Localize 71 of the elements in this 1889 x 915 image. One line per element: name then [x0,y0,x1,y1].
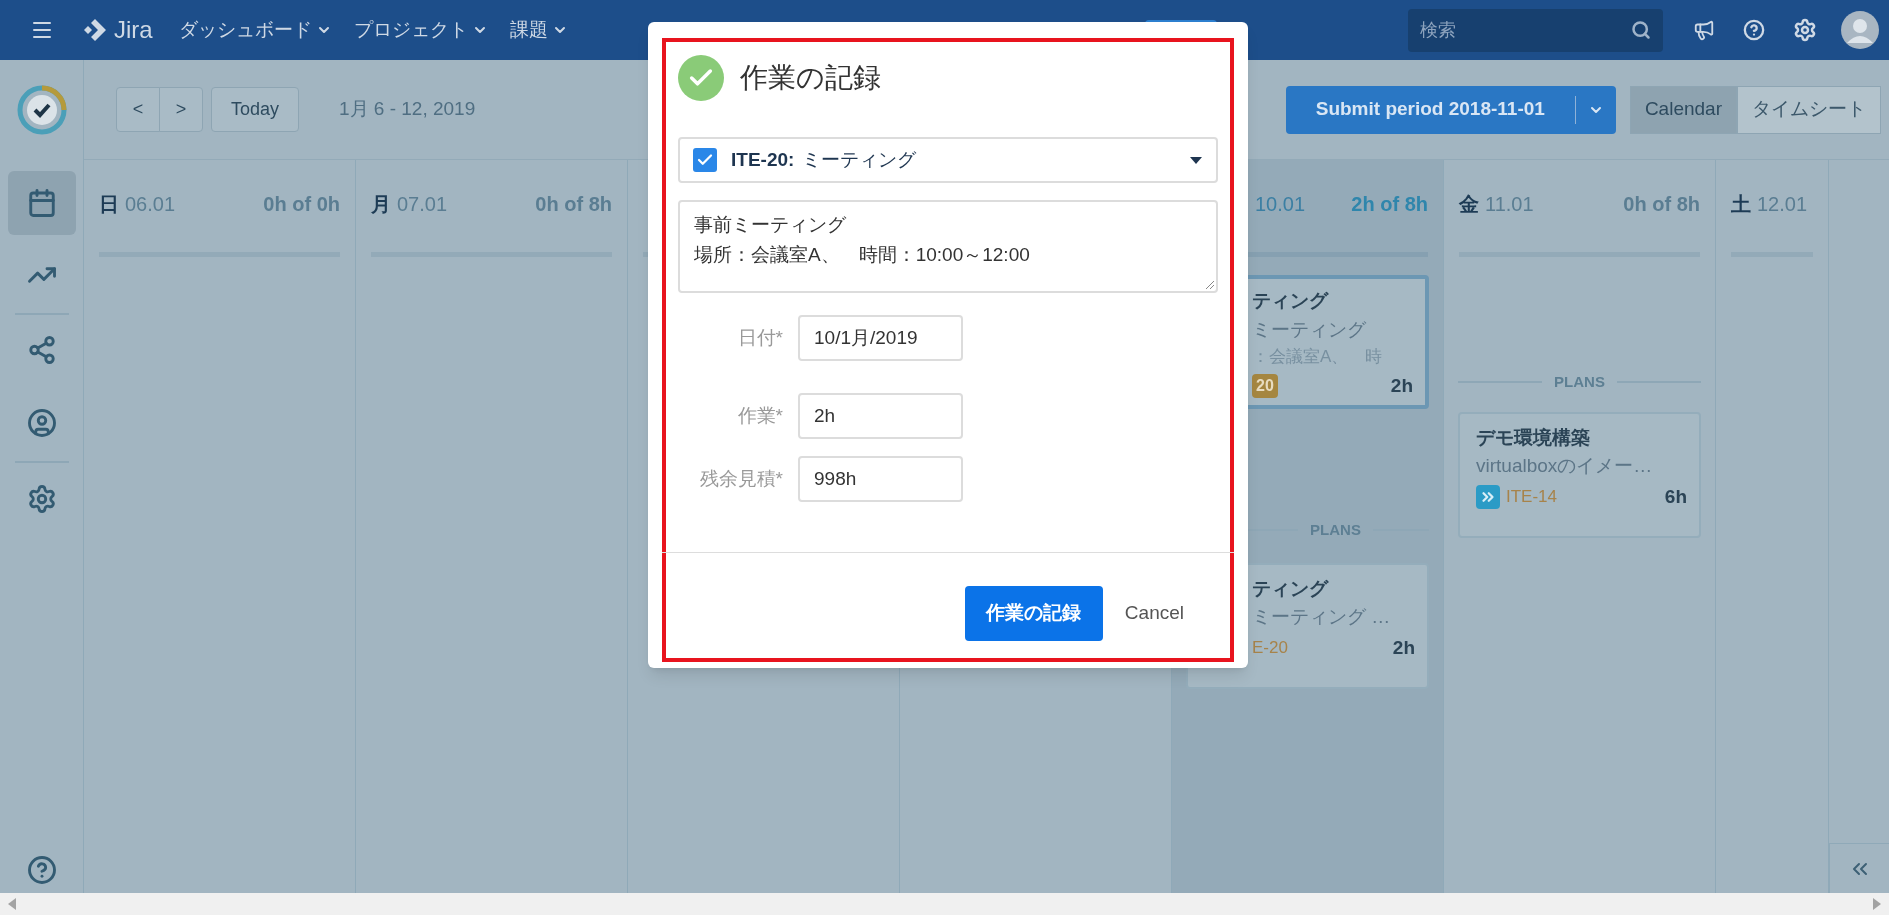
view-tab[interactable]: タイムシート [1737,85,1881,134]
avatar-icon[interactable] [1841,11,1879,49]
date-range: 1月 6 - 12, 2019 [339,97,476,122]
logo-icon[interactable] [82,17,108,43]
success-icon [678,55,724,101]
view-tab[interactable]: Calendar [1629,85,1737,134]
weekday-label: 月 [371,192,391,217]
issue-checkbox[interactable] [693,148,717,172]
megaphone-icon[interactable] [1693,19,1715,41]
nav-arrow-button[interactable]: > [159,87,203,132]
horizontal-scrollbar[interactable] [0,893,1889,915]
date-label: 06.01 [125,192,176,217]
hours-label: 0h of 8h [1623,192,1700,217]
hours-label: 2h of 8h [1351,192,1428,217]
nav-menu[interactable]: プロジェクト [353,15,488,45]
date-label: 07.01 [397,192,448,217]
log-work-button[interactable]: 作業の記録 [964,586,1103,641]
scroll-right-icon[interactable] [1873,898,1881,910]
card-description: ミーティング … [1252,605,1392,629]
description-field[interactable]: 事前ミーティング 場所：会議室A、 時間：10:00～12:00 [678,200,1218,293]
card-title: ティング [1252,576,1330,601]
calendar-icon [26,188,57,218]
dialog-title: 作業の記録 [740,61,881,95]
cancel-button[interactable]: Cancel [1124,599,1184,628]
scroll-left-icon[interactable] [8,898,16,910]
date-label: 10.01 [1255,192,1306,217]
brand-name[interactable]: Jira [114,12,153,48]
field-label: 作業* [736,403,783,428]
sidebar-item[interactable] [7,171,76,235]
card-hours: 6h [1664,484,1687,509]
app-logo-icon[interactable] [16,85,67,135]
weekday-label: 金 [1459,192,1479,217]
nav-arrow-button[interactable]: < [116,87,160,132]
issue-key[interactable]: 20 [1252,373,1278,398]
description-line: 場所：会議室A、 時間：10:00～12:00 [694,243,1030,267]
caret-icon[interactable] [1190,156,1202,164]
settings-icon [26,484,57,514]
submit-period-button[interactable]: Submit period 2018-11-01 [1285,85,1616,134]
date-label: 11.01 [1485,192,1534,217]
card-title: ティング [1252,289,1330,313]
weekday-label: 土 [1731,192,1751,217]
card-description: virtualboxのイメー… [1476,454,1654,478]
description-line: 事前ミーティング [694,213,846,237]
settings-icon[interactable] [1793,18,1817,42]
input-field[interactable]: 2h [798,393,963,439]
input-field[interactable]: 10/1月/2019 [798,315,963,361]
user-icon [26,408,57,438]
resize-handle-icon[interactable] [1204,279,1214,289]
input-field[interactable]: 998h [798,456,963,502]
card-title: デモ環境構築 [1476,425,1591,450]
hours-label: 0h of 8h [535,192,612,217]
nav-menu[interactable]: ダッシュボード [178,15,332,45]
nodes-icon [26,335,57,365]
field-label: 日付* [736,325,783,350]
date-label: 12.01 [1757,192,1808,217]
nav-menu[interactable]: 課題 [509,15,568,45]
issue-summary: ミーティング [802,147,917,172]
worklog-card[interactable]: デモ環境構築 virtualboxのイメー… ITE-14 6h [1458,411,1701,538]
card-description: ミーティング [1252,317,1367,342]
weekday-label: 日 [99,192,119,217]
today-button[interactable]: Today [211,87,299,132]
search-icon [1631,20,1651,40]
issue-select[interactable]: ITE-20: ミーティング [678,137,1218,183]
search-field[interactable]: 検索 [1408,8,1663,52]
issue-key: ITE-20: [731,145,795,175]
field-label: 残余見積* [698,466,783,491]
hours-label: 0h of 0h [263,192,340,217]
plans-label: PLANS [1554,372,1605,392]
help-icon[interactable] [26,855,57,885]
card-hours: 2h [1390,373,1413,398]
card-hours: 2h [1392,635,1415,660]
